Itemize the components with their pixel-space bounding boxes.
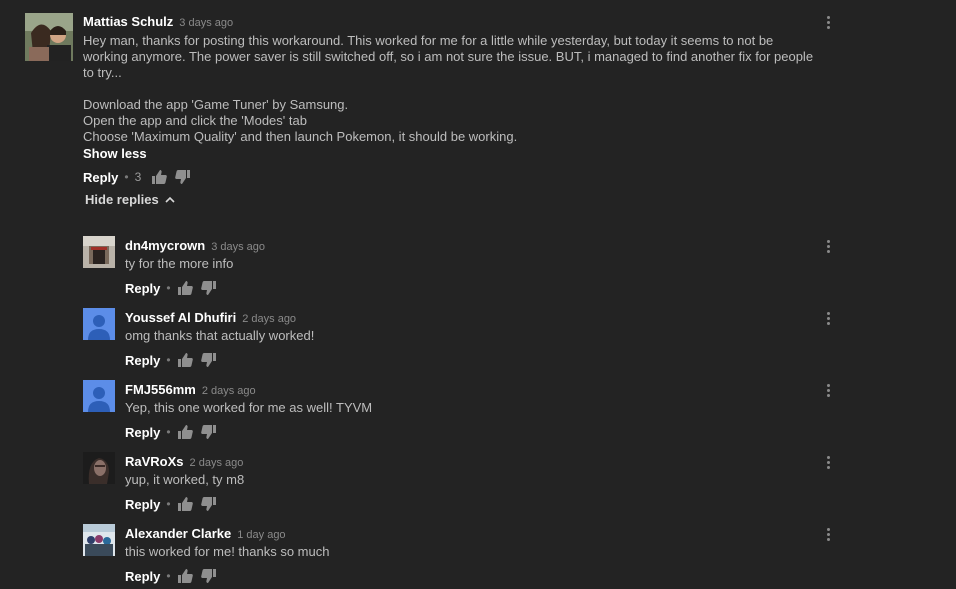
author-name[interactable]: Youssef Al Dhufiri — [125, 310, 236, 325]
comment-header: dn4mycrown 3 days ago — [125, 237, 265, 255]
timestamp[interactable]: 1 day ago — [237, 529, 285, 541]
timestamp[interactable]: 3 days ago — [211, 241, 265, 253]
timestamp[interactable]: 2 days ago — [190, 457, 244, 469]
thumbs-up-icon[interactable] — [177, 496, 193, 512]
comment-actions: Reply • — [125, 424, 225, 440]
comment-header: Youssef Al Dhufiri 2 days ago — [125, 309, 296, 327]
comment-text: yup, it worked, ty m8 — [125, 472, 245, 487]
thumbs-up-icon[interactable] — [177, 280, 193, 296]
show-less-button[interactable]: Show less — [83, 146, 147, 161]
author-name[interactable]: dn4mycrown — [125, 238, 205, 253]
separator-dot: • — [166, 569, 171, 583]
thumbs-up-icon[interactable] — [177, 352, 193, 368]
more-vert-icon[interactable] — [825, 528, 831, 544]
comment-actions: Reply • — [125, 280, 225, 296]
comment-actions: Reply • — [125, 352, 225, 368]
avatar[interactable] — [25, 13, 73, 61]
separator-dot: • — [124, 170, 129, 184]
more-vert-icon[interactable] — [825, 240, 831, 256]
reply-comment: RaVRoXs 2 days ago yup, it worked, ty m8 … — [0, 452, 956, 514]
thumbs-down-icon[interactable] — [200, 280, 217, 296]
more-vert-icon[interactable] — [825, 384, 831, 400]
reply-button[interactable]: Reply — [125, 569, 160, 584]
comment-text: ty for the more info — [125, 256, 234, 271]
comment-text: Yep, this one worked for me as well! TYV… — [125, 400, 373, 415]
reply-button[interactable]: Reply — [125, 353, 160, 368]
default-user-icon[interactable] — [83, 380, 115, 412]
more-vert-icon[interactable] — [825, 16, 831, 32]
default-user-icon[interactable] — [83, 308, 115, 340]
reply-button[interactable]: Reply — [125, 425, 160, 440]
reply-comment: Youssef Al Dhufiri 2 days ago omg thanks … — [0, 308, 956, 370]
hide-replies-button[interactable]: Hide replies — [85, 192, 175, 207]
author-name[interactable]: Alexander Clarke — [125, 526, 231, 541]
thumbs-down-icon[interactable] — [200, 352, 217, 368]
reply-button[interactable]: Reply — [125, 497, 160, 512]
thumbs-up-icon[interactable] — [177, 424, 193, 440]
thumbs-down-icon[interactable] — [200, 496, 217, 512]
comment-header: Alexander Clarke 1 day ago — [125, 525, 286, 543]
chevron-up-icon — [165, 196, 175, 203]
comment-text: Hey man, thanks for posting this workaro… — [83, 33, 814, 144]
main-comment: Mattias Schulz 3 days ago Hey man, thanks… — [0, 0, 956, 210]
thumbs-down-icon[interactable] — [200, 568, 217, 584]
author-name[interactable]: FMJ556mm — [125, 382, 196, 397]
comment-text: omg thanks that actually worked! — [125, 328, 315, 343]
avatar[interactable] — [83, 524, 115, 556]
timestamp[interactable]: 3 days ago — [179, 17, 233, 29]
reply-comment: dn4mycrown 3 days ago ty for the more inf… — [0, 236, 956, 298]
separator-dot: • — [166, 425, 171, 439]
thumbs-up-icon[interactable] — [151, 169, 168, 185]
comment-text: this worked for me! thanks so much — [125, 544, 330, 559]
hide-replies-label: Hide replies — [85, 192, 159, 207]
separator-dot: • — [166, 353, 171, 367]
reply-button[interactable]: Reply — [125, 281, 160, 296]
comment-actions: Reply • — [125, 568, 225, 584]
reply-comment: FMJ556mm 2 days ago Yep, this one worked … — [0, 380, 956, 442]
comment-actions: Reply • 3 — [83, 169, 199, 185]
reply-comment: Alexander Clarke 1 day ago this worked fo… — [0, 524, 956, 586]
author-name[interactable]: RaVRoXs — [125, 454, 184, 469]
separator-dot: • — [166, 281, 171, 295]
comment-header: FMJ556mm 2 days ago — [125, 381, 256, 399]
comment-header: RaVRoXs 2 days ago — [125, 453, 243, 471]
avatar[interactable] — [83, 236, 115, 268]
timestamp[interactable]: 2 days ago — [202, 385, 256, 397]
avatar[interactable] — [83, 452, 115, 484]
author-name[interactable]: Mattias Schulz — [83, 14, 173, 29]
thumbs-up-icon[interactable] — [177, 568, 193, 584]
comment-actions: Reply • — [125, 496, 225, 512]
separator-dot: • — [166, 497, 171, 511]
thumbs-down-icon[interactable] — [200, 424, 217, 440]
timestamp[interactable]: 2 days ago — [242, 313, 296, 325]
thumbs-down-icon[interactable] — [175, 169, 191, 185]
like-count: 3 — [134, 170, 142, 184]
more-vert-icon[interactable] — [825, 312, 831, 328]
more-vert-icon[interactable] — [825, 456, 831, 472]
reply-button[interactable]: Reply — [83, 170, 118, 185]
comment-header: Mattias Schulz 3 days ago — [83, 13, 233, 31]
